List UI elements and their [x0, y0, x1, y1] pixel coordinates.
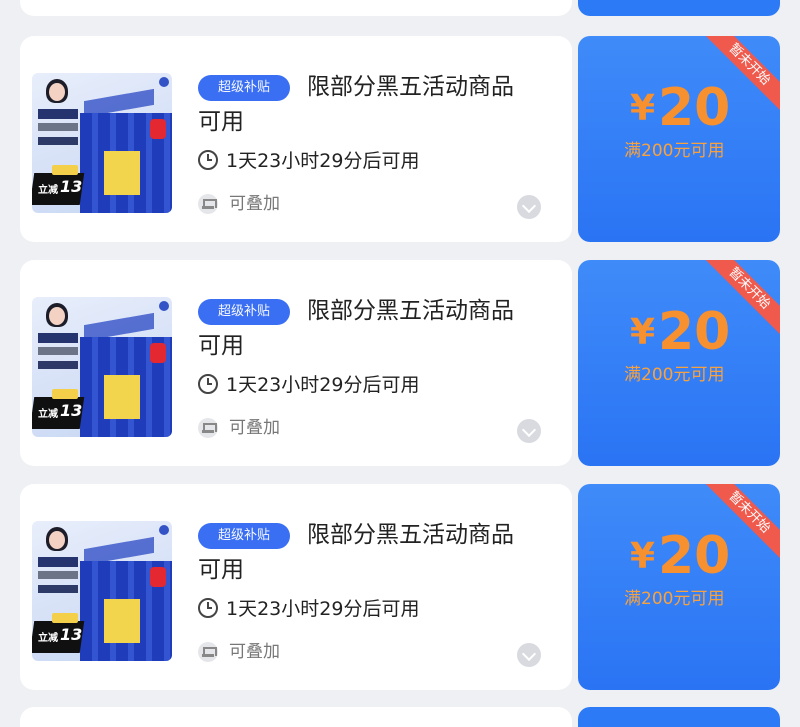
countdown-text: 1天23小时29分后可用 — [226, 374, 420, 396]
previous-coupon-value-edge — [578, 0, 780, 16]
stackable-label: 可叠加 — [229, 642, 280, 662]
chevron-down-icon[interactable] — [517, 643, 541, 667]
coupon-price: ¥ 20 — [630, 78, 760, 142]
next-coupon-card-edge — [20, 707, 572, 727]
product-image-discount-label: 立减 — [38, 185, 58, 196]
countdown-text: 1天23小时29分后可用 — [226, 598, 420, 620]
coupon-details-panel: 立减 13 超级补贴 限部分黑五活动商品 可用 1天23小时29分后可用 可叠加 — [20, 36, 572, 242]
stackable-label: 可叠加 — [229, 194, 280, 214]
coupon-price: ¥ 20 — [630, 526, 760, 590]
product-image-discount-number: 13 — [60, 177, 83, 196]
coupon-price: ¥ 20 — [630, 302, 760, 366]
stack-icon — [198, 642, 218, 662]
coupon-details-panel: 立减 13 超级补贴 限部分黑五活动商品 可用 1天23小时29分后可用 可叠加 — [20, 484, 572, 690]
coupon-card[interactable]: 立减 13 超级补贴 限部分黑五活动商品 可用 1天23小时29分后可用 可叠加… — [20, 36, 780, 242]
coupon-condition: 满200元可用 — [624, 141, 725, 161]
stack-icon — [198, 418, 218, 438]
coupon-title: 限部分黑五活动商品 — [307, 74, 514, 100]
product-image[interactable]: 立减 13 — [32, 297, 172, 437]
coupon-amount: 20 — [658, 78, 731, 138]
clock-icon — [198, 374, 218, 394]
product-image-discount-number: 13 — [60, 625, 83, 644]
coupon-amount: 20 — [658, 302, 731, 362]
coupon-title: 限部分黑五活动商品 — [307, 298, 514, 324]
currency-symbol: ¥ — [630, 536, 656, 577]
product-image[interactable]: 立减 13 — [32, 73, 172, 213]
product-image-discount-number: 13 — [60, 401, 83, 420]
product-image[interactable]: 立减 13 — [32, 521, 172, 661]
coupon-value-panel[interactable]: 暂未开始 ¥ 20 满200元可用 — [578, 36, 780, 242]
subsidy-badge: 超级补贴 — [198, 75, 290, 101]
chevron-down-icon[interactable] — [517, 419, 541, 443]
next-coupon-value-edge — [578, 707, 780, 727]
coupon-condition: 满200元可用 — [624, 589, 725, 609]
coupon-condition: 满200元可用 — [624, 365, 725, 385]
clock-icon — [198, 150, 218, 170]
coupon-card[interactable]: 立减 13 超级补贴 限部分黑五活动商品 可用 1天23小时29分后可用 可叠加… — [20, 260, 780, 466]
product-image-discount-label: 立减 — [38, 409, 58, 420]
coupon-value-panel[interactable]: 暂未开始 ¥ 20 满200元可用 — [578, 484, 780, 690]
stackable-label: 可叠加 — [229, 418, 280, 438]
clock-icon — [198, 598, 218, 618]
currency-symbol: ¥ — [630, 88, 656, 129]
subsidy-badge: 超级补贴 — [198, 299, 290, 325]
coupon-amount: 20 — [658, 526, 731, 586]
coupon-title-continued: 可用 — [198, 557, 244, 583]
stack-icon — [198, 194, 218, 214]
countdown-text: 1天23小时29分后可用 — [226, 150, 420, 172]
chevron-down-icon[interactable] — [517, 195, 541, 219]
coupon-value-panel[interactable]: 暂未开始 ¥ 20 满200元可用 — [578, 260, 780, 466]
subsidy-badge: 超级补贴 — [198, 523, 290, 549]
coupon-title: 限部分黑五活动商品 — [307, 522, 514, 548]
previous-coupon-card-edge — [20, 0, 572, 16]
coupon-title-continued: 可用 — [198, 109, 244, 135]
currency-symbol: ¥ — [630, 312, 656, 353]
coupon-details-panel: 立减 13 超级补贴 限部分黑五活动商品 可用 1天23小时29分后可用 可叠加 — [20, 260, 572, 466]
coupon-card[interactable]: 立减 13 超级补贴 限部分黑五活动商品 可用 1天23小时29分后可用 可叠加… — [20, 484, 780, 690]
product-image-discount-label: 立减 — [38, 633, 58, 644]
coupon-title-continued: 可用 — [198, 333, 244, 359]
